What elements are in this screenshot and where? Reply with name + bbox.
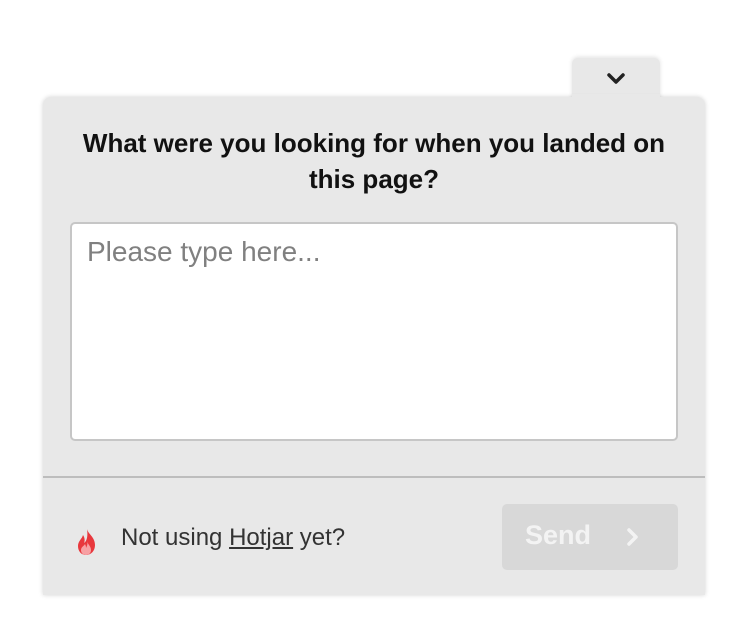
survey-question: What were you looking for when you lande… (82, 128, 666, 194)
chevron-down-icon (607, 73, 625, 84)
feedback-widget: What were you looking for when you lande… (0, 0, 736, 622)
promo-suffix: yet? (299, 524, 346, 551)
send-button[interactable]: Send (502, 504, 678, 570)
survey-panel: What were you looking for when you lande… (43, 97, 705, 595)
hotjar-flame-icon (78, 529, 95, 555)
tab-joint (572, 94, 660, 106)
send-button-label: Send (525, 520, 592, 550)
answer-textarea[interactable] (70, 222, 678, 441)
survey-footer: Not using Hotjar yet? Send (43, 478, 705, 595)
hotjar-promo: Not using Hotjar yet? (121, 523, 345, 553)
hotjar-link[interactable]: Hotjar (229, 524, 293, 551)
chevron-right-icon (627, 528, 638, 546)
promo-prefix: Not using (121, 524, 223, 551)
